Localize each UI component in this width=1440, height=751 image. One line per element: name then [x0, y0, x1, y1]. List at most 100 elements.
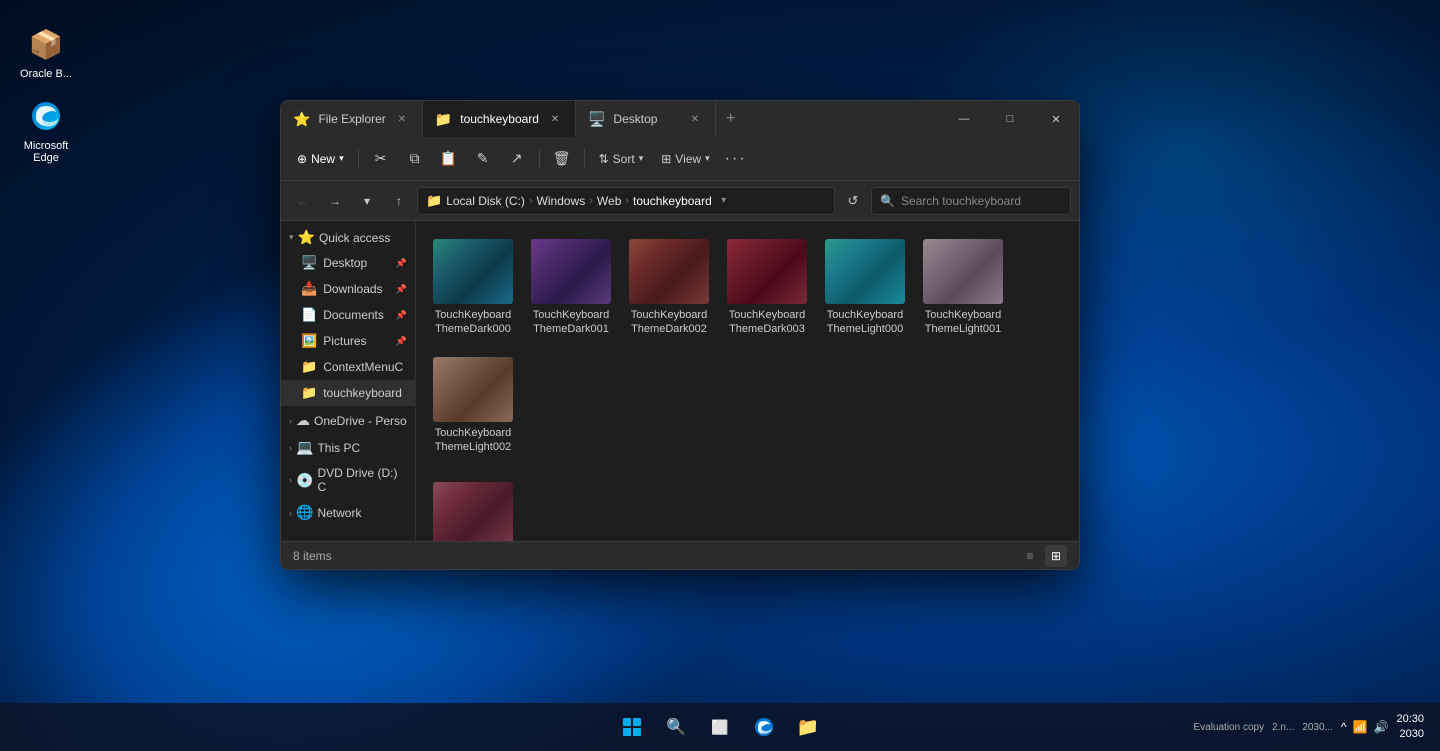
start-button[interactable] — [612, 707, 652, 747]
sidebar-item-documents[interactable]: 📄 Documents 📌 — [281, 302, 415, 328]
sidebar-item-desktop[interactable]: 🖥️ Desktop 📌 — [281, 250, 415, 276]
sidebar-item-downloads[interactable]: 📥 Downloads 📌 — [281, 276, 415, 302]
desktop-tab-close[interactable]: ✕ — [687, 111, 703, 127]
file-item-light001[interactable]: TouchKeyboardThemeLight001 — [918, 233, 1008, 343]
search-taskbar-button[interactable]: 🔍 — [656, 707, 696, 747]
file-thumb-dark000 — [433, 239, 513, 304]
pictures-folder-icon: 🖼️ — [301, 333, 317, 349]
tab-touchkeyboard[interactable]: 📁 touchkeyboard ✕ — [423, 101, 576, 137]
contextmenu-folder-icon: 📁 — [301, 359, 317, 375]
file-name-light001: TouchKeyboardThemeLight001 — [924, 308, 1002, 337]
file-explorer-taskbar-icon[interactable]: 📁 — [788, 707, 828, 747]
clock[interactable]: 20:30 2030 — [1396, 712, 1424, 743]
breadcrumb-sep-3: › — [625, 195, 629, 207]
breadcrumb-touchkeyboard[interactable]: touchkeyboard — [633, 194, 712, 208]
taskbar-right: Evaluation copy 2.n... 2030... ^ 📶 🔊 20:… — [1193, 712, 1424, 743]
file-name-dark000: TouchKeyboardThemeDark000 — [434, 308, 512, 337]
sidebar-downloads-label: Downloads — [323, 282, 382, 296]
breadcrumb-dropdown-button[interactable]: ▾ — [716, 193, 732, 209]
desktop-pin-icon: 📌 — [396, 258, 407, 269]
file-item-light003[interactable]: TouchKeyboardThemeLight003 — [428, 476, 518, 541]
delete-button[interactable]: 🗑 — [546, 143, 578, 175]
close-button[interactable]: ✕ — [1033, 101, 1079, 137]
rename-button[interactable]: ✎ — [467, 143, 499, 175]
file-item-light000[interactable]: TouchKeyboardThemeLight000 — [820, 233, 910, 343]
oracle-desktop-icon[interactable]: 📦 Oracle B... — [10, 20, 82, 84]
view-icon: ⊞ — [661, 152, 671, 166]
back-button[interactable]: ← — [289, 187, 317, 215]
edge-desktop-icon[interactable]: Microsoft Edge — [10, 92, 82, 168]
desktop-tab-label: Desktop — [613, 112, 679, 126]
chevron-icon[interactable]: ^ — [1341, 720, 1347, 734]
breadcrumb-web[interactable]: Web — [597, 194, 621, 208]
onedrive-chevron-icon: › — [289, 416, 292, 426]
file-thumb-light001 — [923, 239, 1003, 304]
grid-view-button[interactable]: ⊞ — [1045, 545, 1067, 567]
sidebar-touchkeyboard-label: touchkeyboard — [323, 386, 402, 400]
cut-button[interactable]: ✂ — [365, 143, 397, 175]
new-button[interactable]: ⊕ New ▾ — [289, 143, 352, 175]
file-item-light002[interactable]: TouchKeyboardThemeLight002 — [428, 351, 518, 461]
dvd-label: DVD Drive (D:) C — [317, 466, 407, 494]
sidebar-item-touchkeyboard[interactable]: 📁 touchkeyboard — [281, 380, 415, 406]
paste-button[interactable]: 📋 — [433, 143, 465, 175]
sidebar-network-header[interactable]: › 🌐 Network — [281, 500, 415, 525]
file-item-dark001[interactable]: TouchKeyboardThemeDark001 — [526, 233, 616, 343]
breadcrumb-windows[interactable]: Windows — [537, 194, 586, 208]
quick-access-label: Quick access — [319, 231, 390, 245]
windows-logo-icon — [623, 718, 641, 736]
up-button[interactable]: ↑ — [385, 187, 413, 215]
edge-taskbar-icon[interactable] — [744, 707, 784, 747]
file-thumb-light002 — [433, 357, 513, 422]
sidebar-dvd-header[interactable]: › 💿 DVD Drive (D:) C — [281, 462, 415, 498]
new-tab-button[interactable]: + — [716, 101, 745, 137]
breadcrumb-local-disk[interactable]: Local Disk (C:) — [446, 194, 525, 208]
file-item-dark000[interactable]: TouchKeyboardThemeDark000 — [428, 233, 518, 343]
addressbar: ← → ▾ ↑ 📁 Local Disk (C:) › Windows › We… — [281, 181, 1079, 221]
sound-icon: 🔊 — [1374, 720, 1389, 734]
minimize-button[interactable]: — — [941, 101, 987, 137]
view-chevron-icon: ▾ — [705, 153, 710, 164]
wifi-icon: 📶 — [1353, 720, 1368, 734]
maximize-button[interactable]: □ — [987, 101, 1033, 137]
file-item-dark003[interactable]: TouchKeyboardThemeDark003 — [722, 233, 812, 343]
task-view-button[interactable]: ⬜ — [700, 707, 740, 747]
sidebar-desktop-label: Desktop — [323, 256, 367, 270]
list-view-button[interactable]: ≡ — [1019, 545, 1041, 567]
file-name-dark003: TouchKeyboardThemeDark003 — [728, 308, 806, 337]
sidebar-item-contextmenu[interactable]: 📁 ContextMenuC — [281, 354, 415, 380]
pictures-pin-icon: 📌 — [396, 336, 407, 347]
sidebar-onedrive-header[interactable]: › ☁ OneDrive - Perso — [281, 408, 415, 433]
new-chevron-icon: ▾ — [339, 153, 344, 164]
build-text: 2030... — [1302, 722, 1333, 733]
search-bar[interactable]: 🔍 Search touchkeyboard — [871, 187, 1071, 215]
recent-button[interactable]: ▾ — [353, 187, 381, 215]
tab-file-explorer[interactable]: ⭐ File Explorer ✕ — [281, 101, 423, 137]
forward-button[interactable]: → — [321, 187, 349, 215]
touchkeyboard-tab-icon: 📁 — [435, 111, 452, 128]
tab-desktop[interactable]: 🖥️ Desktop ✕ — [576, 101, 716, 137]
window-controls: — □ ✕ — [941, 101, 1079, 137]
sidebar-section-quick-access: ▾ ⭐ Quick access 🖥️ Desktop 📌 📥 Download… — [281, 225, 415, 406]
edge-icon — [26, 96, 66, 136]
refresh-button[interactable]: ↺ — [839, 187, 867, 215]
new-plus-icon: ⊕ — [297, 152, 307, 166]
status-count: 8 items — [293, 549, 332, 563]
share-button[interactable]: ↗ — [501, 143, 533, 175]
sidebar-item-pictures[interactable]: 🖼️ Pictures 📌 — [281, 328, 415, 354]
touchkeyboard-tab-close[interactable]: ✕ — [547, 111, 563, 127]
breadcrumb-bar[interactable]: 📁 Local Disk (C:) › Windows › Web › touc… — [417, 187, 835, 215]
sort-button[interactable]: ⇅ Sort ▾ — [591, 143, 652, 175]
copy-button[interactable]: ⧉ — [399, 143, 431, 175]
sidebar-quick-access-header[interactable]: ▾ ⭐ Quick access — [281, 225, 415, 250]
sidebar-this-pc-header[interactable]: › 💻 This PC — [281, 435, 415, 460]
more-button[interactable]: ··· — [720, 143, 752, 175]
sidebar-pictures-label: Pictures — [323, 334, 366, 348]
system-tray[interactable]: ^ 📶 🔊 — [1341, 720, 1389, 734]
desktop-tab-icon: 🖥️ — [588, 111, 605, 128]
eval-copy-text: Evaluation copy — [1193, 722, 1264, 733]
view-button[interactable]: ⊞ View ▾ — [653, 143, 717, 175]
file-explorer-tab-close[interactable]: ✕ — [394, 111, 410, 127]
sort-label: Sort — [613, 152, 635, 166]
file-item-dark002[interactable]: TouchKeyboardThemeDark002 — [624, 233, 714, 343]
